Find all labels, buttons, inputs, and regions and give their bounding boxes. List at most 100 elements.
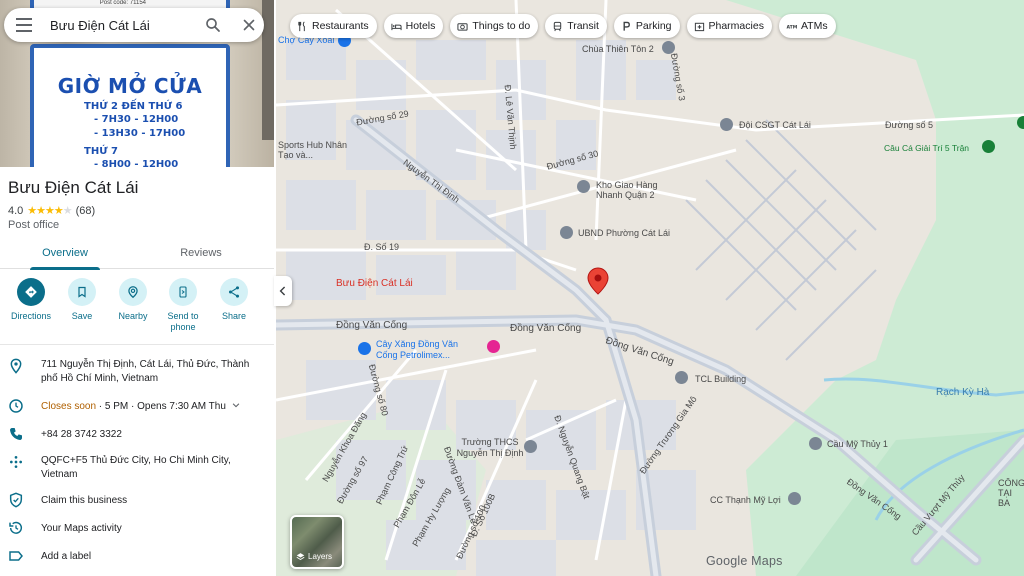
maps-activity-text: Your Maps activity xyxy=(41,523,122,534)
sign-line: THỨ 7 xyxy=(84,146,118,157)
add-label-text: Add a label xyxy=(41,551,92,562)
sign-line: - 8H00 - 12H00 xyxy=(94,159,179,167)
chip-pharmacies[interactable]: Pharmacies xyxy=(686,14,772,38)
directions-button[interactable]: Directions xyxy=(5,278,57,322)
poi-apartment-icon[interactable] xyxy=(788,492,801,505)
place-title: Bưu Điện Cát Lái xyxy=(8,178,139,197)
chip-atms[interactable]: ATM ATMs xyxy=(778,14,836,38)
poi-fishing-icon[interactable] xyxy=(982,140,995,153)
rating-value: 4.0 xyxy=(8,204,24,217)
poi-police-icon[interactable] xyxy=(720,118,733,131)
poi-building-icon[interactable] xyxy=(675,371,688,384)
search-input[interactable]: Bưu Điện Cát Lái xyxy=(50,18,150,33)
maps-activity-row[interactable]: Your Maps activity xyxy=(0,520,274,536)
map-label-truong-thcs[interactable]: Trường THCS Nguyễn Thị Định xyxy=(450,437,530,459)
poi-bridge-icon[interactable] xyxy=(809,437,822,450)
chip-label: Restaurants xyxy=(312,20,369,32)
chevron-down-icon[interactable] xyxy=(231,400,241,410)
address-row[interactable]: 711 Nguyễn Thị Định, Cát Lái, Thủ Đức, T… xyxy=(0,358,274,388)
tab-overview[interactable]: Overview xyxy=(20,236,110,270)
tab-reviews[interactable]: Reviews xyxy=(156,236,246,269)
poi-shop-icon[interactable] xyxy=(487,340,500,353)
poi-warehouse-icon[interactable] xyxy=(577,180,590,193)
svg-text:ATM: ATM xyxy=(786,24,797,30)
plus-code-text: QQFC+F5 Thủ Đức City, Ho Chi Minh City, … xyxy=(41,455,231,480)
bookmark-icon xyxy=(68,278,96,306)
directions-label: Directions xyxy=(10,311,51,321)
reviews-count[interactable]: (68) xyxy=(76,205,96,217)
hotel-icon xyxy=(391,23,402,30)
road-label-dong-van-cong-west: Đồng Văn Cống xyxy=(336,320,408,331)
sign-line: THỨ 2 ĐẾN THỨ 6 xyxy=(84,101,183,112)
chip-parking[interactable]: Parking xyxy=(613,14,680,38)
hours-row[interactable]: Closes soon · 5 PM · Opens 7:30 AM Thu xyxy=(0,398,274,414)
place-category[interactable]: Post office xyxy=(8,219,59,231)
save-button[interactable]: Save xyxy=(56,278,108,322)
map-label-doi-csgt[interactable]: Đội CSGT Cát Lái xyxy=(739,120,811,130)
map-label-cau-my-thuy[interactable]: Cầu Mỹ Thủy 1 xyxy=(827,439,888,449)
road-label-dong-van-cong: Đồng Văn Cống xyxy=(510,323,582,334)
sign-line: - 7H30 - 12H00 xyxy=(94,114,179,125)
address-text: 711 Nguyễn Thị Định, Cát Lái, Thủ Đức, T… xyxy=(41,359,250,384)
chip-label: Hotels xyxy=(405,20,436,32)
poi-temple-icon[interactable] xyxy=(662,41,675,54)
atm-icon: ATM xyxy=(786,24,797,30)
map-label-sports-hub[interactable]: Sports Hub Nhân Tạo và... xyxy=(278,140,350,160)
phone-send-icon xyxy=(169,278,197,306)
map-label-kho-giao-hang[interactable]: Kho Giao Hàng Nhanh Quận 2 xyxy=(596,180,668,200)
chip-hotels[interactable]: Hotels xyxy=(383,14,444,38)
nearby-label: Nearby xyxy=(118,311,148,321)
photo-pillar xyxy=(262,0,274,140)
sign-line: - 13H30 - 17H00 xyxy=(94,128,186,139)
search-icon[interactable] xyxy=(204,16,222,34)
map-label-ubnd[interactable]: UBND Phường Cát Lái xyxy=(578,228,670,238)
send-to-phone-button[interactable]: Send to phone xyxy=(157,278,209,333)
send-to-phone-label: Send to phone xyxy=(167,311,199,332)
share-button[interactable]: Share xyxy=(208,278,260,322)
claim-business-row[interactable]: Claim this business xyxy=(0,492,274,508)
poi-gas-station-icon[interactable] xyxy=(358,342,371,355)
road-label-duong-so-19: Đ. Số 19 xyxy=(364,242,400,252)
star-empty: ★ xyxy=(62,205,73,217)
menu-icon[interactable] xyxy=(16,18,32,32)
map-label-chua-thien-ton[interactable]: Chùa Thiên Tôn 2 xyxy=(582,44,654,54)
chip-label: Pharmacies xyxy=(708,20,764,32)
pharmacy-icon xyxy=(694,22,704,31)
place-tabs: Overview Reviews xyxy=(0,236,274,270)
nearby-button[interactable]: Nearby xyxy=(107,278,159,322)
place-marker-label[interactable]: Bưu Điện Cát Lái xyxy=(336,278,413,289)
add-label-row[interactable]: Add a label xyxy=(0,548,274,564)
poi-school-icon[interactable] xyxy=(524,440,537,453)
close-icon[interactable] xyxy=(240,16,258,34)
chip-label: Transit xyxy=(567,20,599,32)
map-label-cay-xang[interactable]: Cây Xăng Đồng Văn Cống Petrolimex... xyxy=(376,339,462,361)
collapse-panel-button[interactable] xyxy=(274,276,292,306)
layers-button[interactable]: Layers xyxy=(290,515,344,569)
map-label-cong-tai-ba[interactable]: CÔNG TẠI BA xyxy=(998,478,1024,508)
rating-row[interactable]: 4.0 ★★★★★ (68) xyxy=(8,204,96,218)
chip-things-to-do[interactable]: Things to do xyxy=(450,14,539,38)
map-label-tcl[interactable]: TCL Building xyxy=(695,374,746,384)
divider xyxy=(0,344,274,345)
stars-filled: ★★★★ xyxy=(27,205,63,217)
action-buttons: Directions Save Nearby Send to phone Sha… xyxy=(0,278,274,338)
phone-icon xyxy=(10,428,22,440)
parking-icon xyxy=(623,21,630,31)
poi-park-icon[interactable] xyxy=(1017,116,1024,129)
camera-icon xyxy=(457,22,468,31)
poi-government-icon[interactable] xyxy=(560,226,573,239)
save-label: Save xyxy=(71,311,93,321)
plus-code-row[interactable]: QQFC+F5 Thủ Đức City, Ho Chi Minh City, … xyxy=(0,454,274,484)
search-box[interactable]: Bưu Điện Cát Lái xyxy=(4,8,264,42)
chip-transit[interactable]: Transit xyxy=(545,14,607,38)
chevron-left-icon xyxy=(279,286,286,296)
map-label-rach-ky-ha: Rạch Kỳ Hà xyxy=(936,387,990,398)
map-label-cau-ca[interactable]: Câu Cá Giải Trí 5 Trận xyxy=(884,143,969,153)
restaurant-icon xyxy=(298,20,305,31)
location-pin-icon xyxy=(10,358,22,374)
map-label-cc-thanh-my-loi[interactable]: CC Thạnh Mỹ Lợi xyxy=(710,495,781,505)
chip-restaurants[interactable]: Restaurants xyxy=(290,14,377,38)
label-icon xyxy=(9,551,23,561)
phone-row[interactable]: +84 28 3742 3322 xyxy=(0,426,274,442)
share-icon xyxy=(220,278,248,306)
